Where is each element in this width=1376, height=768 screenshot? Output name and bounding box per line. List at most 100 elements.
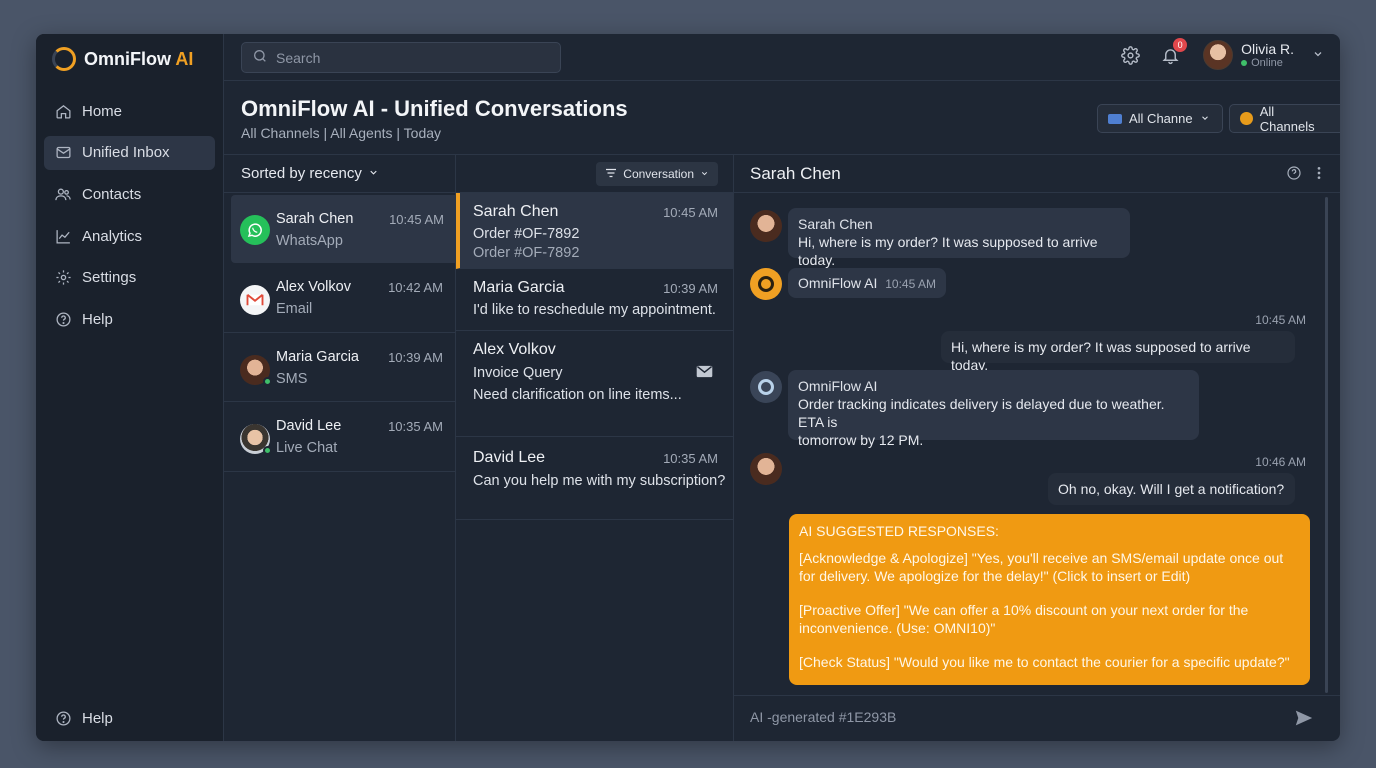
conversation-preview: Order #OF-7892 <box>473 226 580 242</box>
conversation-time: 10:45 AM <box>663 205 718 220</box>
user-info: Olivia R. Online <box>1241 41 1294 69</box>
sidebar-item-unified-inbox[interactable]: Unified Inbox <box>44 135 215 170</box>
conversation-preview: Order #OF-7892 <box>473 245 580 261</box>
conversation-name: Maria Garcia <box>473 279 565 296</box>
user-menu[interactable]: Olivia R. Online <box>1203 40 1324 70</box>
search-box[interactable] <box>241 42 561 73</box>
suggestion-item[interactable]: [Proactive Offer] "We can offer a 10% di… <box>799 601 1300 637</box>
user-status: Online <box>1241 57 1294 69</box>
ai-suggested-responses: AI SUGGESTED RESPONSES: [Acknowledge & A… <box>789 514 1310 685</box>
conversation-item[interactable]: Sarah Chen 10:45 AM Order #OF-7892 Order… <box>456 193 733 269</box>
contact-item[interactable]: Alex Volkov Email 10:42 AM <box>224 263 455 333</box>
contact-name: Alex Volkov <box>276 279 351 295</box>
logo[interactable]: OmniFlow AI <box>52 46 193 72</box>
conversation-item[interactable]: Maria Garcia 10:39 AM I'd like to resche… <box>456 269 733 331</box>
conversation-list-panel: Conversation Sarah Chen 10:45 AM Order #… <box>456 155 734 741</box>
conversation-name: Alex Volkov <box>473 341 556 358</box>
omniflow-ai-icon <box>750 371 782 403</box>
contact-channel: SMS <box>276 370 308 387</box>
channel-filter-2[interactable]: All Channels <box>1229 104 1340 134</box>
help-icon <box>54 310 72 328</box>
app-window: OmniFlow AI Home Unified Inbox Contacts <box>36 34 1340 741</box>
home-icon <box>54 102 72 120</box>
message-text: Order tracking indicates delivery is del… <box>798 396 1165 430</box>
chat-scrollbar[interactable] <box>1325 197 1328 693</box>
contact-time: 10:42 AM <box>388 280 443 295</box>
suggestion-item[interactable]: [Check Status] "Would you like me to con… <box>799 653 1300 671</box>
message-sender: Sarah Chen <box>798 216 873 232</box>
more-vertical-icon[interactable] <box>1316 165 1322 184</box>
contact-time: 10:39 AM <box>388 349 443 365</box>
avatar <box>750 453 782 485</box>
message-text: tomorrow by 12 PM. <box>798 432 924 448</box>
sidebar-item-help[interactable]: Help <box>44 302 215 336</box>
chat-actions <box>1286 165 1322 184</box>
ai-message: OmniFlow AI 10:45 AM <box>788 268 946 298</box>
contact-list-panel: Sorted by recency Sarah Chen WhatsApp 10… <box>224 155 456 741</box>
sidebar: OmniFlow AI Home Unified Inbox Contacts <box>36 34 224 741</box>
filter-icon <box>605 167 617 181</box>
conversation-preview: I'd like to reschedule my appointment. <box>473 302 716 318</box>
page-title: OmniFlow AI - Unified Conversations <box>241 96 628 121</box>
conversation-item[interactable]: Alex Volkov Invoice Query Need clarifica… <box>456 331 733 437</box>
conversation-name: David Lee <box>473 449 546 466</box>
message-text: Oh no, okay. Will I get a notification? <box>1058 481 1285 497</box>
avatar <box>750 210 782 242</box>
omniflow-ai-icon <box>750 268 782 300</box>
gear-icon <box>54 269 72 287</box>
sort-dropdown[interactable]: Sorted by recency <box>224 155 455 193</box>
conversation-item[interactable]: David Lee 10:35 AM Can you help me with … <box>456 437 733 520</box>
message-input[interactable] <box>750 709 1270 725</box>
sidebar-item-home[interactable]: Home <box>44 94 215 128</box>
message-text: Hi, where is my order? It was supposed t… <box>951 339 1251 373</box>
contact-item[interactable]: Sarah Chen WhatsApp 10:45 AM <box>231 195 455 263</box>
avatar <box>240 354 272 386</box>
sidebar-nav: Home Unified Inbox Contacts Analytics Se… <box>44 94 215 344</box>
send-icon[interactable] <box>1294 709 1314 730</box>
brand-name: OmniFlow AI <box>84 48 194 69</box>
avatar <box>1203 40 1234 70</box>
contact-item[interactable]: Maria Garcia SMS 10:39 AM <box>224 333 455 403</box>
contact-item[interactable]: David Lee Live Chat 10:35 AM <box>224 402 455 472</box>
conversation-name: Sarah Chen <box>473 203 559 220</box>
message-composer <box>734 695 1340 741</box>
online-dot-icon <box>263 446 272 456</box>
message-time: 10:46 AM <box>1255 455 1306 469</box>
channel-icon <box>1108 113 1122 124</box>
sidebar-item-settings[interactable]: Settings <box>44 261 215 295</box>
sidebar-bottom: Help <box>44 701 215 741</box>
envelope-icon <box>696 365 713 381</box>
page-header: OmniFlow AI - Unified Conversations All … <box>224 81 1340 155</box>
contacts-icon <box>54 185 72 203</box>
sidebar-item-help-bottom[interactable]: Help <box>44 701 215 735</box>
conversation-filter-button[interactable]: Conversation <box>596 162 718 186</box>
bell-icon[interactable]: 0 <box>1159 38 1188 66</box>
help-icon[interactable] <box>1286 165 1302 184</box>
contact-name: Maria Garcia <box>276 348 359 365</box>
page-subtitle: All Channels | All Agents | Today <box>241 125 442 141</box>
gmail-icon <box>240 285 270 315</box>
sidebar-item-label: Contacts <box>82 185 142 203</box>
chat-panel: Sarah Chen Sarah Chen Hi, where is my or… <box>734 155 1340 741</box>
search-input[interactable] <box>276 49 536 66</box>
online-dot-icon <box>1241 60 1248 66</box>
ai-message: OmniFlow AI Order tracking indicates del… <box>788 370 1199 448</box>
analytics-icon <box>54 227 72 245</box>
conversation-preview: Can you help me with my subscription? <box>473 473 726 489</box>
contact-time: 10:45 AM <box>389 212 444 227</box>
chevron-down-icon <box>1312 47 1324 63</box>
outgoing-message: Oh no, okay. Will I get a notification? <box>1048 473 1295 505</box>
contact-channel: WhatsApp <box>276 233 343 249</box>
contact-channel: Email <box>276 301 313 317</box>
conversation-preview: Need clarification on line items... <box>473 387 682 403</box>
chevron-down-icon <box>368 165 379 182</box>
suggestion-item[interactable]: [Acknowledge & Apologize] "Yes, you'll r… <box>799 549 1300 585</box>
sidebar-item-contacts[interactable]: Contacts <box>44 177 215 211</box>
chevron-down-icon <box>1338 111 1340 126</box>
channel-filter-1[interactable]: All Channels <box>1097 104 1223 133</box>
gear-icon[interactable] <box>1119 44 1141 66</box>
whatsapp-icon <box>240 215 270 245</box>
sidebar-item-analytics[interactable]: Analytics <box>44 219 215 253</box>
contact-time: 10:35 AM <box>388 419 443 435</box>
suggestions-title: AI SUGGESTED RESPONSES: <box>799 523 999 539</box>
